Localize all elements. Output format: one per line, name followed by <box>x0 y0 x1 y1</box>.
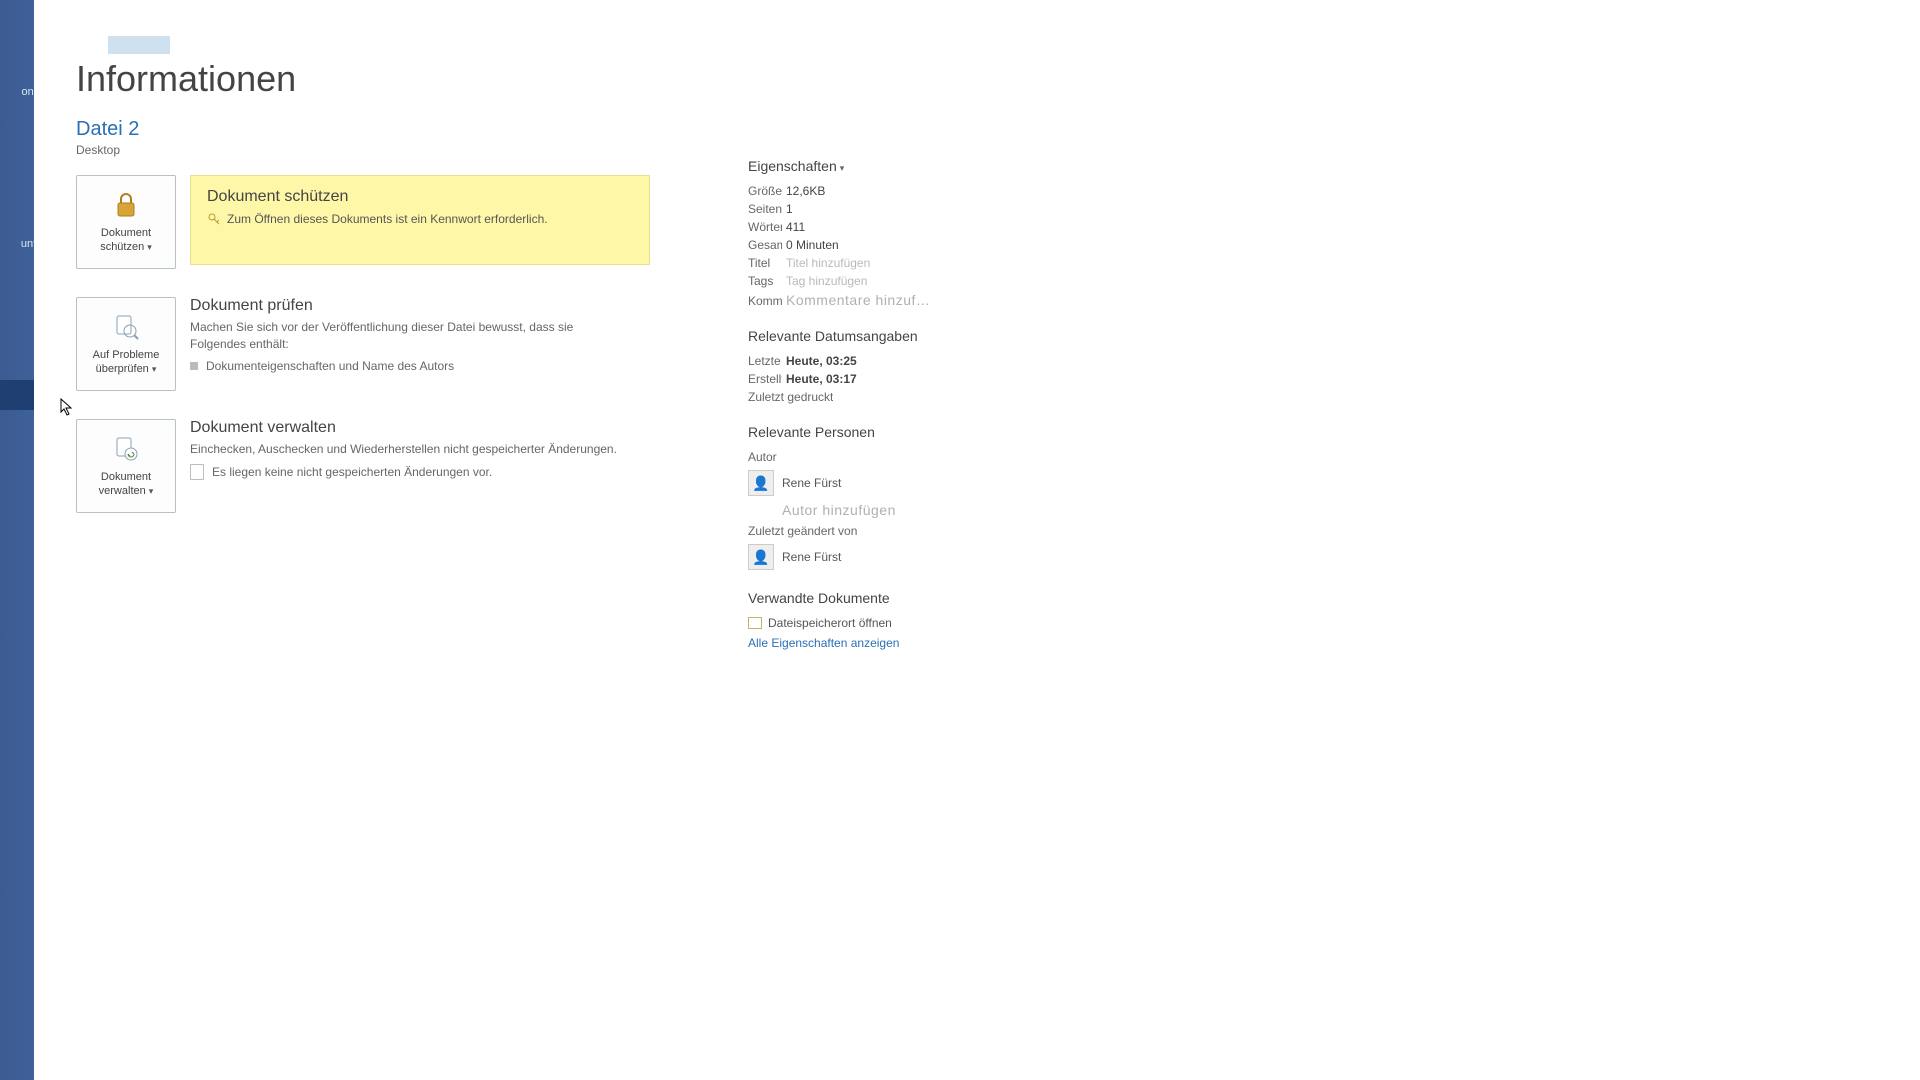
avatar-icon: 👤 <box>748 544 774 570</box>
dates-heading: Relevante Datumsangaben <box>748 328 1048 344</box>
lastmod-person-row[interactable]: 👤 Rene Fürst <box>748 544 1048 570</box>
related-heading: Verwandte Dokumente <box>748 590 1048 606</box>
manage-subtitle: Einchecken, Auschecken und Wiederherstel… <box>190 441 617 458</box>
chevron-down-icon: ▾ <box>149 486 154 496</box>
date-key-created: Erstellt <box>748 372 782 386</box>
inspect-icon <box>110 311 142 343</box>
prop-key-size: Größe <box>748 184 782 198</box>
protect-document-button[interactable]: Dokumentschützen ▾ <box>76 175 176 269</box>
prop-key-words: Wörter <box>748 220 782 234</box>
tile-label: Auf Problemeüberprüfen ▾ <box>93 349 160 377</box>
prop-val-title[interactable]: Titel hinzufügen <box>786 256 870 270</box>
prop-key-comments: Kommentare <box>748 294 782 308</box>
document-title: Datei 2 <box>76 118 650 141</box>
protect-title: Dokument schützen <box>207 188 633 206</box>
date-val-lastmod: Heute, 03:25 <box>786 354 857 368</box>
manage-info-line: Es liegen keine nicht gespeicherten Ände… <box>190 464 617 480</box>
protect-document-card: Dokument schützen Zum Öffnen dieses Doku… <box>190 175 650 265</box>
prop-val-edit: 0 Minuten <box>786 238 839 252</box>
page-title: Informationen <box>76 58 650 100</box>
tile-label: Dokumentschützen ▾ <box>100 227 152 255</box>
inspect-subtitle: Machen Sie sich vor der Veröffentlichung… <box>190 319 620 353</box>
manage-document-button[interactable]: Dokumentverwalten ▾ <box>76 419 176 513</box>
protect-subtitle: Zum Öffnen dieses Dokuments ist ein Kenn… <box>227 212 548 226</box>
author-row[interactable]: 👤 Rene Fürst <box>748 470 1048 496</box>
chevron-down-icon: ▾ <box>152 364 157 374</box>
backstage-sidebar: onen unter n <box>0 0 34 1080</box>
properties-heading[interactable]: Eigenschaften▾ <box>748 158 1048 174</box>
open-file-location[interactable]: Dateispeicherort öffnen <box>748 616 1048 630</box>
tile-label: Dokumentverwalten ▾ <box>99 471 154 499</box>
date-key-printed: Zuletzt gedruckt <box>748 390 833 404</box>
top-bar-placeholder <box>108 36 170 54</box>
author-name: Rene Fürst <box>782 476 841 490</box>
prop-key-tags: Tags <box>748 274 782 288</box>
prop-val-comments[interactable]: Kommentare hinzuf… <box>786 292 930 308</box>
inspect-bullet: Dokumenteigenschaften und Name des Autor… <box>190 359 620 373</box>
prop-val-size: 12,6KB <box>786 184 825 198</box>
check-issues-button[interactable]: Auf Problemeüberprüfen ▾ <box>76 297 176 391</box>
prop-key-title: Titel <box>748 256 782 270</box>
date-val-created: Heute, 03:17 <box>786 372 857 386</box>
date-key-lastmod: Letzte Änderung <box>748 354 782 368</box>
chevron-down-icon: ▾ <box>147 242 152 252</box>
key-icon <box>207 212 221 226</box>
people-key-author: Autor <box>748 450 782 464</box>
add-author-field[interactable]: Autor hinzufügen <box>782 502 1048 518</box>
avatar-icon: 👤 <box>748 470 774 496</box>
prop-key-pages: Seiten <box>748 202 782 216</box>
manage-title: Dokument verwalten <box>190 419 617 437</box>
prop-val-pages: 1 <box>786 202 793 216</box>
people-key-lastmod: Zuletzt geändert von <box>748 524 857 538</box>
bullet-icon <box>190 362 198 370</box>
sidebar-item-active[interactable] <box>0 380 34 410</box>
prop-val-words: 411 <box>786 220 805 234</box>
manage-icon <box>110 433 142 465</box>
folder-icon <box>748 617 762 629</box>
chevron-down-icon: ▾ <box>840 163 845 173</box>
people-heading: Relevante Personen <box>748 424 1048 440</box>
show-all-properties-link[interactable]: Alle Eigenschaften anzeigen <box>748 636 899 650</box>
properties-panel: Eigenschaften▾ Größe 12,6KB Seiten 1 Wörte… <box>748 0 1048 1080</box>
prop-key-edit: Gesamtbearbeitungszeit <box>748 238 782 252</box>
document-location: Desktop <box>76 143 650 157</box>
lock-icon <box>110 189 142 221</box>
inspect-title: Dokument prüfen <box>190 297 620 315</box>
lastmod-name: Rene Fürst <box>782 550 841 564</box>
prop-val-tags[interactable]: Tag hinzufügen <box>786 274 867 288</box>
document-icon <box>190 464 204 480</box>
